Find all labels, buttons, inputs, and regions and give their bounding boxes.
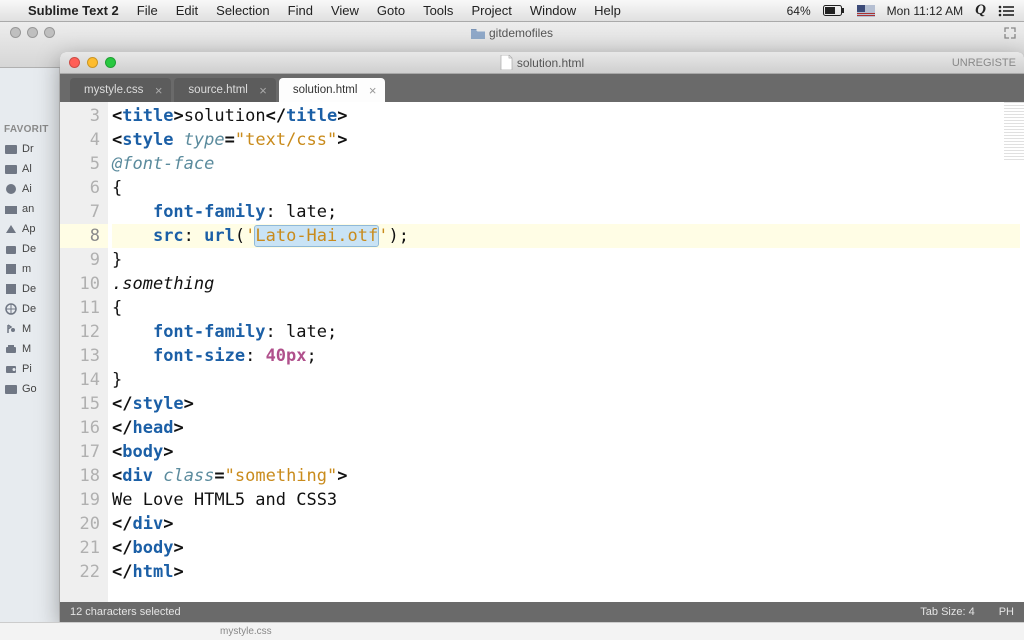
traffic-minimize-icon[interactable] [27, 27, 38, 38]
folder-icon [471, 28, 485, 39]
status-bar: 12 characters selected Tab Size: 4 PH [60, 602, 1024, 622]
menu-tools[interactable]: Tools [423, 3, 453, 18]
sidebar-item[interactable]: Ap [0, 219, 59, 239]
traffic-zoom-icon[interactable] [105, 57, 116, 68]
sidebar-item[interactable]: De [0, 239, 59, 259]
line-number-gutter: 345678910111213141516171819202122 [60, 102, 108, 602]
menu-view[interactable]: View [331, 3, 359, 18]
app-name[interactable]: Sublime Text 2 [28, 3, 119, 18]
tab-close-icon[interactable]: × [369, 84, 377, 97]
battery-percent[interactable]: 64% [787, 4, 811, 18]
sidebar-header: FAVORIT [0, 68, 59, 139]
clock[interactable]: Mon 11:12 AM [887, 4, 964, 18]
sidebar-item[interactable]: M [0, 319, 59, 339]
tab-label: mystyle.css [84, 84, 143, 96]
sidebar-item[interactable]: De [0, 279, 59, 299]
tab-solution[interactable]: solution.html × [279, 78, 386, 102]
window-title: solution.html [517, 56, 584, 70]
sidebar-item[interactable]: an [0, 199, 59, 219]
tab-bar: mystyle.css × source.html × solution.htm… [60, 74, 1024, 102]
minimap[interactable] [1004, 102, 1024, 162]
battery-icon [823, 5, 845, 16]
editor-area[interactable]: 345678910111213141516171819202122 <title… [60, 102, 1024, 602]
menu-help[interactable]: Help [594, 3, 621, 18]
sidebar-item[interactable]: Pi [0, 359, 59, 379]
traffic-zoom-icon[interactable] [44, 27, 55, 38]
sublime-titlebar[interactable]: solution.html UNREGISTE [60, 52, 1024, 74]
unregistered-label: UNREGISTE [952, 57, 1016, 69]
tab-source[interactable]: source.html × [174, 78, 275, 102]
finder-title: gitdemofiles [489, 26, 553, 40]
menu-goto[interactable]: Goto [377, 3, 405, 18]
menu-selection[interactable]: Selection [216, 3, 269, 18]
menu-window[interactable]: Window [530, 3, 576, 18]
sidebar-item[interactable]: Ai [0, 179, 59, 199]
fullscreen-icon[interactable] [1004, 27, 1016, 39]
tab-label: source.html [188, 84, 247, 96]
status-syntax[interactable]: PH [999, 606, 1014, 618]
sublime-window: solution.html UNREGISTE mystyle.css × so… [60, 52, 1024, 622]
sidebar-item[interactable]: m [0, 259, 59, 279]
notification-center-icon[interactable] [998, 5, 1014, 17]
tab-label: solution.html [293, 84, 358, 96]
status-tabsize[interactable]: Tab Size: 4 [920, 606, 974, 618]
menu-file[interactable]: File [137, 3, 158, 18]
status-selection: 12 characters selected [70, 606, 181, 618]
sidebar-item[interactable]: Dr [0, 139, 59, 159]
traffic-minimize-icon[interactable] [87, 57, 98, 68]
traffic-close-icon[interactable] [10, 27, 21, 38]
background-row: mystyle.css [0, 622, 1024, 640]
sidebar-item[interactable]: M [0, 339, 59, 359]
flag-icon[interactable] [857, 5, 875, 17]
traffic-close-icon[interactable] [69, 57, 80, 68]
menu-find[interactable]: Find [288, 3, 313, 18]
document-icon [500, 55, 513, 70]
finder-sidebar: FAVORIT Dr Al Ai an Ap De m De De M M Pi… [0, 68, 60, 622]
menu-edit[interactable]: Edit [176, 3, 198, 18]
tab-close-icon[interactable]: × [155, 84, 163, 97]
tab-close-icon[interactable]: × [259, 84, 267, 97]
tab-mystyle[interactable]: mystyle.css × [70, 78, 171, 102]
sidebar-item[interactable]: Go [0, 379, 59, 399]
mac-menubar: Sublime Text 2 File Edit Selection Find … [0, 0, 1024, 22]
spotlight-icon[interactable]: Q [975, 2, 986, 19]
sidebar-item[interactable]: De [0, 299, 59, 319]
code-content[interactable]: <title>solution</title><style type="text… [108, 102, 1024, 602]
sidebar-item[interactable]: Al [0, 159, 59, 179]
menu-project[interactable]: Project [471, 3, 511, 18]
